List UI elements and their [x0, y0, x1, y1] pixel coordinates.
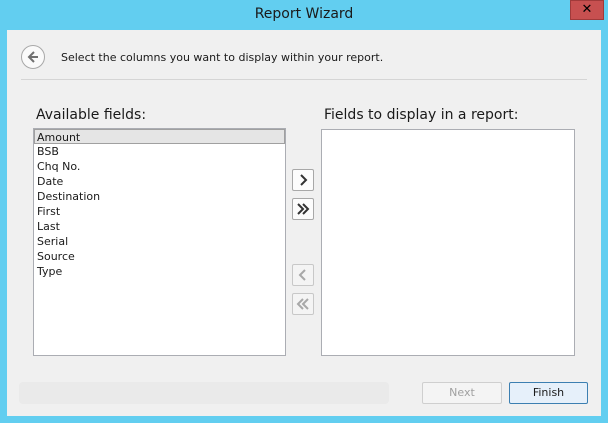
list-item[interactable]: Last [34, 219, 285, 234]
list-item[interactable]: Type [34, 264, 285, 279]
list-item[interactable]: BSB [34, 144, 285, 159]
list-item[interactable]: Amount [34, 129, 285, 144]
remove-field-button[interactable] [292, 264, 314, 286]
list-item[interactable]: First [34, 204, 285, 219]
chevron-left-icon [298, 269, 306, 281]
available-fields-list[interactable]: Amount BSB Chq No. Date Destination First Last… [33, 128, 286, 356]
add-field-button[interactable] [292, 169, 314, 191]
available-fields-label: Available fields: [36, 107, 147, 123]
next-button[interactable]: Next [422, 382, 502, 404]
list-item[interactable]: Chq No. [34, 159, 285, 174]
remove-all-fields-button[interactable] [292, 293, 314, 315]
list-item[interactable]: Source [34, 249, 285, 264]
display-fields-list[interactable] [321, 129, 575, 356]
back-button[interactable] [21, 45, 45, 69]
list-item[interactable]: Date [34, 174, 285, 189]
close-button[interactable]: ✕ [570, 0, 604, 20]
header-divider [21, 79, 587, 80]
instruction-text: Select the columns you want to display w… [61, 51, 384, 64]
status-bar [19, 382, 389, 404]
list-item[interactable]: Serial [34, 234, 285, 249]
window-title: Report Wizard [254, 6, 354, 22]
double-chevron-right-icon [297, 203, 310, 215]
wizard-body: Select the columns you want to display w… [7, 30, 601, 416]
title-bar: Report Wizard ✕ [0, 0, 608, 30]
chevron-right-icon [300, 174, 308, 186]
wizard-header: Select the columns you want to display w… [7, 30, 601, 83]
add-all-fields-button[interactable] [292, 198, 314, 220]
display-fields-label: Fields to display in a report: [324, 107, 519, 123]
finish-button[interactable]: Finish [509, 382, 588, 404]
close-icon: ✕ [581, 2, 593, 17]
double-chevron-left-icon [296, 298, 309, 310]
back-arrow-icon [27, 51, 38, 63]
list-item[interactable]: Destination [34, 189, 285, 204]
